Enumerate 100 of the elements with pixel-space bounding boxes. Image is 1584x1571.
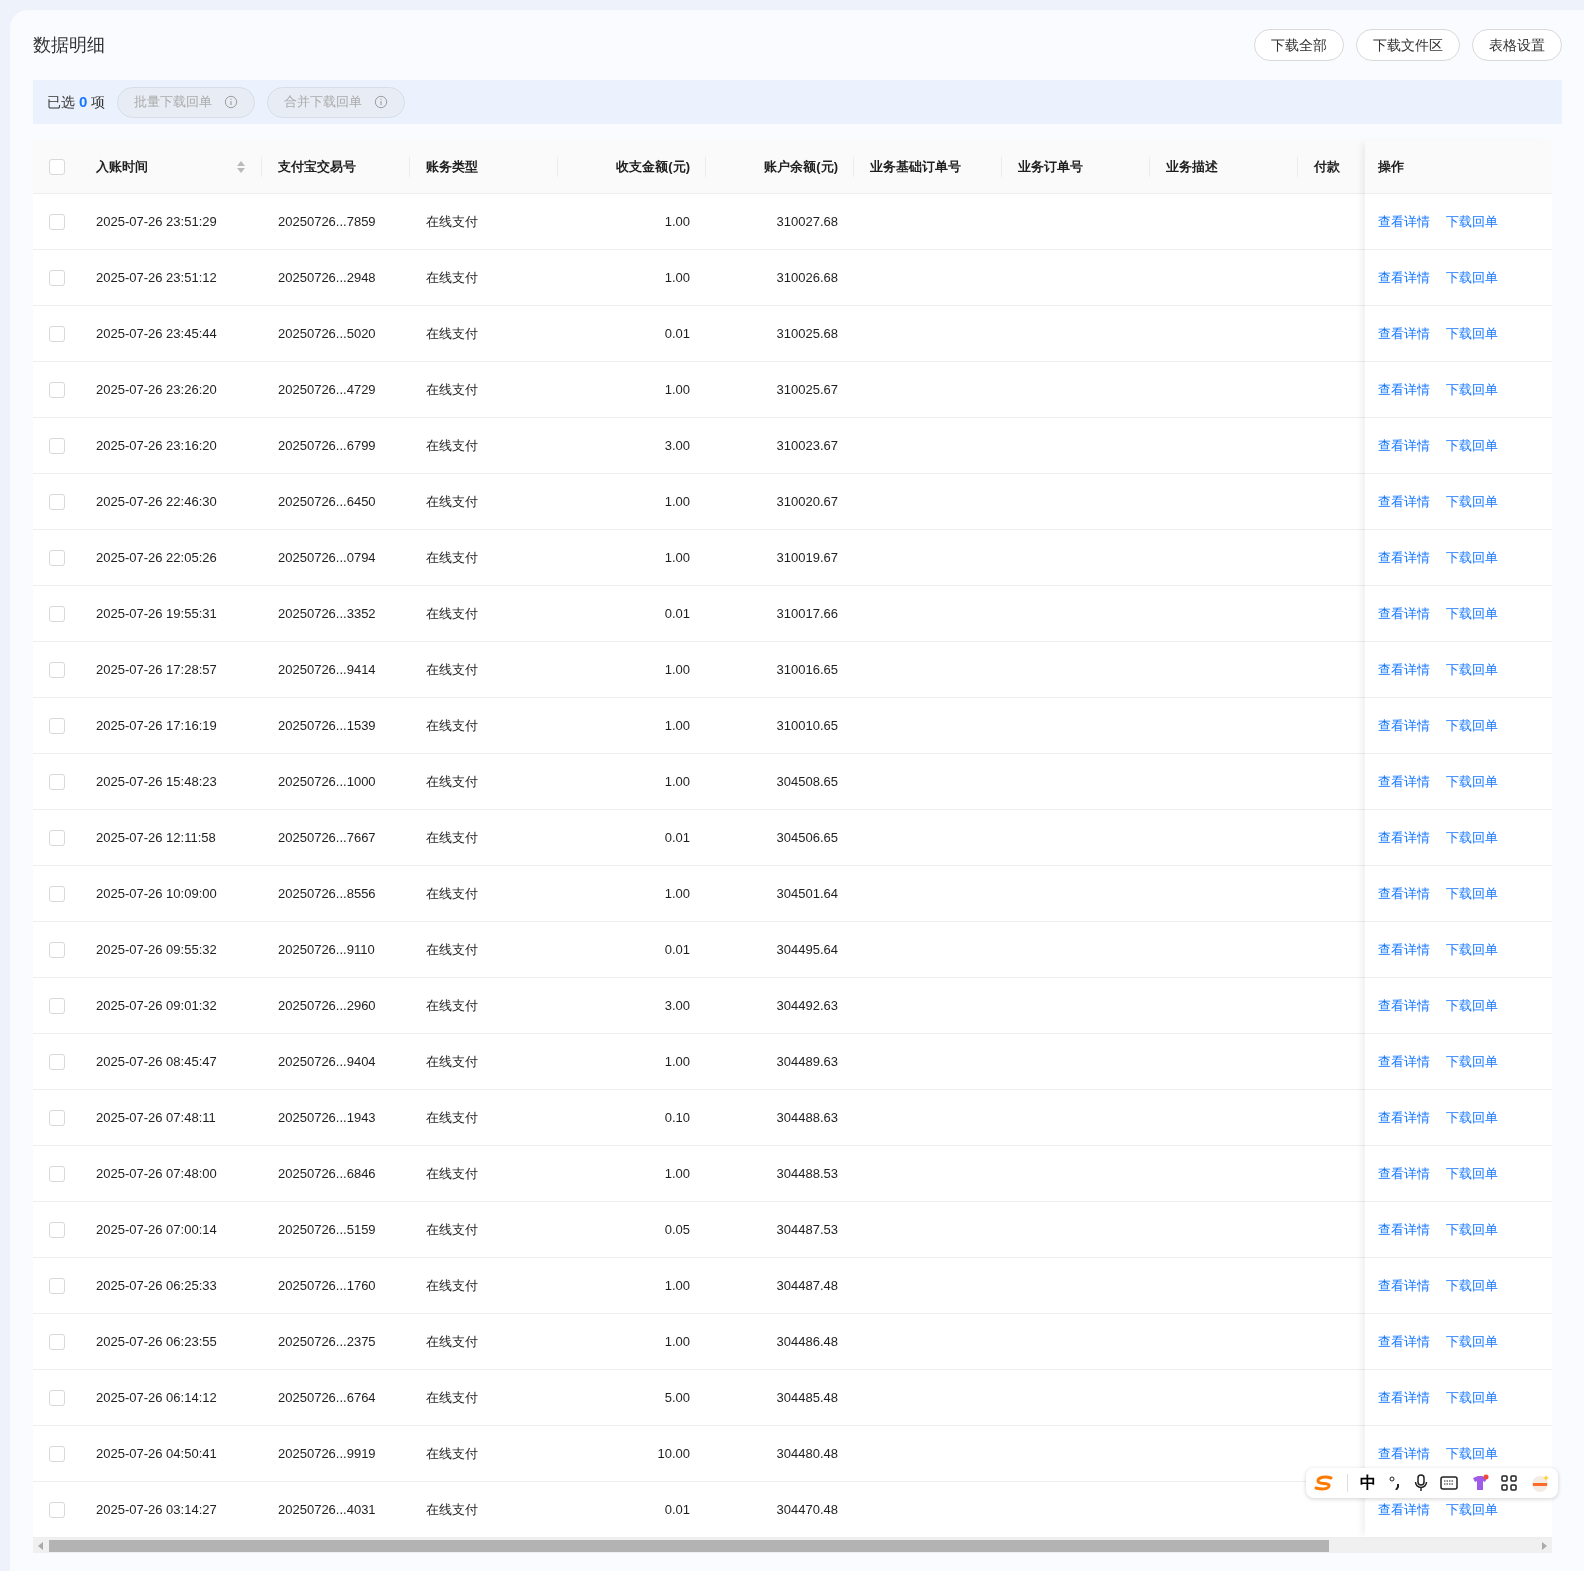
row-link[interactable]: 下载回单 <box>1446 1219 1498 1240</box>
row-link[interactable]: 下载回单 <box>1446 379 1498 400</box>
row-link[interactable]: 下载回单 <box>1446 435 1498 456</box>
row-link[interactable]: 查看详情 <box>1378 827 1430 848</box>
grid-icon[interactable] <box>1501 1475 1518 1491</box>
checkbox[interactable] <box>48 661 65 678</box>
checkbox[interactable] <box>48 717 65 734</box>
row-link[interactable]: 下载回单 <box>1446 771 1498 792</box>
row-link[interactable]: 下载回单 <box>1446 659 1498 680</box>
row-link[interactable]: 查看详情 <box>1378 771 1430 792</box>
row-link[interactable]: 下载回单 <box>1446 547 1498 568</box>
microphone-icon[interactable] <box>1413 1474 1428 1492</box>
row-link[interactable]: 查看详情 <box>1378 603 1430 624</box>
scroll-right-icon[interactable] <box>1542 1541 1548 1550</box>
row-link[interactable]: 查看详情 <box>1378 435 1430 456</box>
row-link[interactable]: 查看详情 <box>1378 323 1430 344</box>
row-link[interactable]: 查看详情 <box>1378 547 1430 568</box>
checkbox[interactable] <box>48 1277 65 1294</box>
row-link[interactable]: 下载回单 <box>1446 211 1498 232</box>
row-link[interactable]: 下载回单 <box>1446 603 1498 624</box>
checkbox[interactable] <box>48 381 65 398</box>
checkbox[interactable] <box>48 158 65 175</box>
row-link[interactable]: 下载回单 <box>1446 491 1498 512</box>
table-cell-text: 1.00 <box>664 716 690 735</box>
table-cell-text: 20250726...7667 <box>278 828 376 847</box>
table-cell-text: 310016.65 <box>776 660 838 679</box>
row-link[interactable]: 查看详情 <box>1378 1275 1430 1296</box>
checkbox[interactable] <box>48 1389 65 1406</box>
row-link[interactable]: 下载回单 <box>1446 883 1498 904</box>
checkbox[interactable] <box>48 941 65 958</box>
checkbox[interactable] <box>48 605 65 622</box>
header-button[interactable]: 表格设置 <box>1472 29 1562 61</box>
table-cell-text: 1.00 <box>664 1276 690 1295</box>
row-link[interactable]: 查看详情 <box>1378 491 1430 512</box>
checkbox[interactable] <box>48 493 65 510</box>
row-link[interactable]: 下载回单 <box>1446 1163 1498 1184</box>
row-link[interactable]: 查看详情 <box>1378 379 1430 400</box>
table-cell-text: 304470.48 <box>776 1500 838 1519</box>
checkbox[interactable] <box>48 213 65 230</box>
row-link[interactable]: 查看详情 <box>1378 1051 1430 1072</box>
sort-icon[interactable] <box>236 159 246 174</box>
row-link[interactable]: 查看详情 <box>1378 1219 1430 1240</box>
row-link[interactable]: 查看详情 <box>1378 1163 1430 1184</box>
table-cell-text: 2025-07-26 10:09:00 <box>96 884 217 903</box>
checkbox[interactable] <box>48 1501 65 1518</box>
row-link[interactable]: 查看详情 <box>1378 1331 1430 1352</box>
checkbox[interactable] <box>48 829 65 846</box>
row-link[interactable]: 下载回单 <box>1446 1443 1498 1464</box>
row-link[interactable]: 查看详情 <box>1378 211 1430 232</box>
table-cell-text: 1.00 <box>664 492 690 511</box>
row-link[interactable]: 下载回单 <box>1446 1275 1498 1296</box>
row-link[interactable]: 下载回单 <box>1446 827 1498 848</box>
row-link[interactable]: 查看详情 <box>1378 1443 1430 1464</box>
row-link[interactable]: 查看详情 <box>1378 715 1430 736</box>
table-cell-text: 2025-07-26 07:00:14 <box>96 1220 217 1239</box>
table-cell-text: 在线支付 <box>426 268 478 287</box>
row-link[interactable]: 查看详情 <box>1378 939 1430 960</box>
row-link[interactable]: 下载回单 <box>1446 1331 1498 1352</box>
header-button[interactable]: 下载文件区 <box>1356 29 1460 61</box>
mascot-icon[interactable] <box>1530 1473 1550 1493</box>
table-cell-text: 在线支付 <box>426 1500 478 1519</box>
checkbox[interactable] <box>48 1165 65 1182</box>
checkbox[interactable] <box>48 437 65 454</box>
checkbox[interactable] <box>48 997 65 1014</box>
checkbox[interactable] <box>48 1109 65 1126</box>
checkbox[interactable] <box>48 1445 65 1462</box>
row-link[interactable]: 下载回单 <box>1446 715 1498 736</box>
s-logo-icon[interactable] <box>1314 1475 1334 1491</box>
row-link[interactable]: 下载回单 <box>1446 1051 1498 1072</box>
row-link[interactable]: 下载回单 <box>1446 267 1498 288</box>
checkbox[interactable] <box>48 1333 65 1350</box>
checkbox[interactable] <box>48 773 65 790</box>
punctuation-icon[interactable] <box>1388 1476 1401 1490</box>
row-link[interactable]: 下载回单 <box>1446 939 1498 960</box>
shirt-icon[interactable] <box>1470 1474 1489 1492</box>
row-link[interactable]: 查看详情 <box>1378 995 1430 1016</box>
row-link[interactable]: 查看详情 <box>1378 883 1430 904</box>
input-mode[interactable]: 中 <box>1360 1471 1377 1495</box>
row-link[interactable]: 下载回单 <box>1446 323 1498 344</box>
header-button[interactable]: 下载全部 <box>1254 29 1344 61</box>
row-link[interactable]: 下载回单 <box>1446 1387 1498 1408</box>
row-link[interactable]: 查看详情 <box>1378 1107 1430 1128</box>
checkbox[interactable] <box>48 269 65 286</box>
checkbox[interactable] <box>48 885 65 902</box>
row-link[interactable]: 查看详情 <box>1378 659 1430 680</box>
checkbox[interactable] <box>48 325 65 342</box>
row-link[interactable]: 查看详情 <box>1378 267 1430 288</box>
row-link[interactable]: 查看详情 <box>1378 1387 1430 1408</box>
scroll-left-icon[interactable] <box>37 1541 43 1550</box>
checkbox[interactable] <box>48 1053 65 1070</box>
row-link[interactable]: 下载回单 <box>1446 1499 1498 1520</box>
table-cell-text: 在线支付 <box>426 1108 478 1127</box>
keyboard-icon[interactable] <box>1440 1476 1459 1490</box>
horizontal-scrollbar[interactable] <box>33 1538 1552 1553</box>
row-link[interactable]: 下载回单 <box>1446 995 1498 1016</box>
row-link[interactable]: 查看详情 <box>1378 1499 1430 1520</box>
table-cell-text: 310020.67 <box>776 492 838 511</box>
checkbox[interactable] <box>48 1221 65 1238</box>
checkbox[interactable] <box>48 549 65 566</box>
row-link[interactable]: 下载回单 <box>1446 1107 1498 1128</box>
